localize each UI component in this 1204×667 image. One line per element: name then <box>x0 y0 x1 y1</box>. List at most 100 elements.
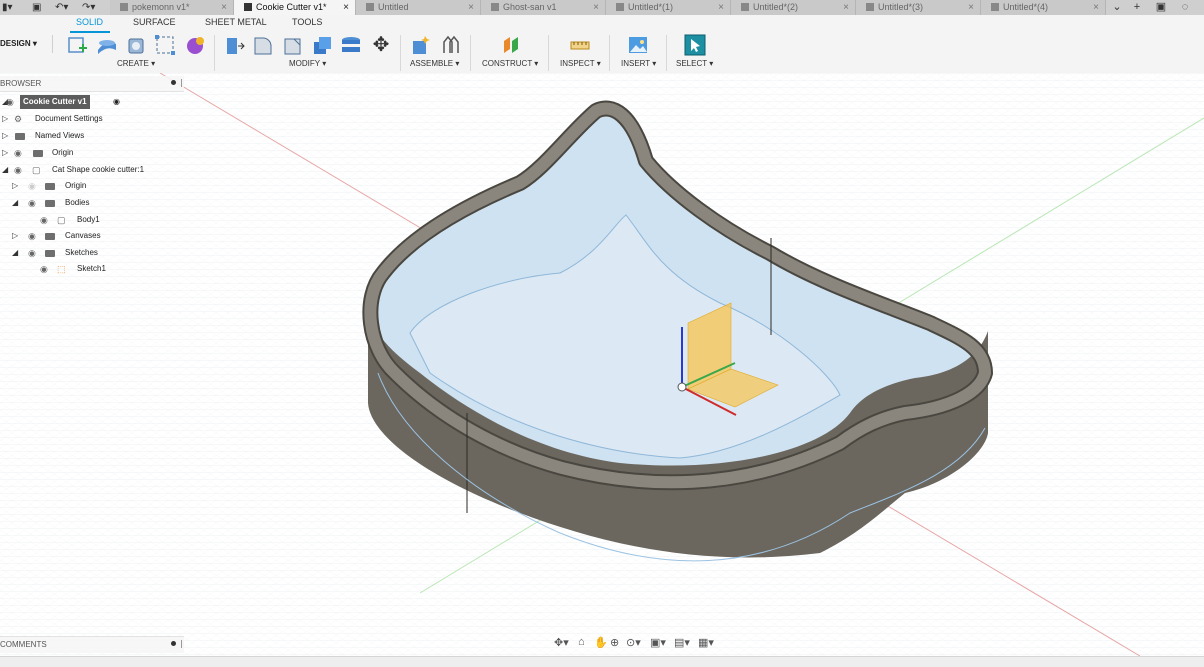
doc-tab[interactable]: Untitled × <box>356 0 481 15</box>
tree-root-node[interactable]: ◢ ◉ Cookie Cutter v1 ◉ <box>0 95 184 109</box>
insert-image-icon[interactable] <box>627 34 649 56</box>
tree-node-origin[interactable]: ▷ ◉ Origin <box>0 146 184 160</box>
create-group-label[interactable]: CREATE ▾ <box>117 59 155 68</box>
modify-group-label[interactable]: MODIFY ▾ <box>289 59 326 68</box>
fit-icon[interactable]: ⊙▾ <box>626 636 641 649</box>
expand-arrow-icon[interactable]: ▷ <box>12 179 20 193</box>
doc-tab[interactable]: Untitled*(4) × <box>981 0 1106 15</box>
tab-surface[interactable]: SURFACE <box>133 17 176 27</box>
look-at-icon[interactable]: ⌂ <box>578 636 585 648</box>
combine-icon[interactable] <box>340 34 362 56</box>
close-icon[interactable]: × <box>1093 0 1099 15</box>
assemble-group-label[interactable]: ASSEMBLE ▾ <box>410 59 459 68</box>
job-status-icon[interactable]: ◌ <box>1176 0 1194 15</box>
doc-tab[interactable]: pokemonn v1* × <box>110 0 234 15</box>
tree-node-sketch1[interactable]: ◉ ⬚ Sketch1 <box>0 262 184 276</box>
active-radio-icon[interactable]: ◉ <box>113 95 120 109</box>
close-icon[interactable]: × <box>468 0 474 15</box>
joint-icon[interactable] <box>440 34 462 56</box>
tree-node-component[interactable]: ◢ ◉ ▢ Cat Shape cookie cutter:1 <box>0 163 184 177</box>
zoom-icon[interactable]: ⊕ <box>610 636 619 649</box>
tree-node-bodies[interactable]: ◢ ◉ Bodies <box>0 196 184 210</box>
display-settings-icon[interactable]: ▣▾ <box>650 636 666 649</box>
doc-tab-active[interactable]: Cookie Cutter v1* × <box>234 0 356 15</box>
visibility-eye-icon[interactable]: ◉ <box>14 146 24 160</box>
construct-group-label[interactable]: CONSTRUCT ▾ <box>482 59 538 68</box>
redo-icon[interactable]: ↷▾ <box>82 0 95 15</box>
tab-sheet-metal[interactable]: SHEET METAL <box>205 17 267 27</box>
grid-settings-icon[interactable]: ▤▾ <box>674 636 690 649</box>
select-icon[interactable] <box>684 34 706 56</box>
viewports-icon[interactable]: ▦▾ <box>698 636 714 649</box>
chamfer-icon[interactable] <box>282 34 304 56</box>
canvas-viewport[interactable]: BROWSER ◢ ◉ Cookie Cutter v1 ◉ ▷ ⚙ Docum… <box>0 73 1204 656</box>
tree-node-body1[interactable]: ◉ ▢ Body1 <box>0 213 184 227</box>
move-icon[interactable]: ✥ <box>370 34 392 56</box>
form-icon[interactable] <box>184 34 206 56</box>
tree-node-canvases[interactable]: ▷ ◉ Canvases <box>0 229 184 243</box>
doc-tab[interactable]: Untitled*(3) × <box>856 0 981 15</box>
tree-node-document-settings[interactable]: ▷ ⚙ Document Settings <box>0 112 184 126</box>
close-icon[interactable]: × <box>221 0 227 15</box>
tree-node-label: Sketches <box>65 248 98 257</box>
save-icon[interactable]: ▣ <box>32 0 41 15</box>
collapse-arrow-icon[interactable]: ◢ <box>12 196 20 210</box>
tab-overflow-icon[interactable]: ⌄ <box>1108 0 1126 15</box>
tree-node-named-views[interactable]: ▷ Named Views <box>0 129 184 143</box>
doc-tab[interactable]: Untitled*(1) × <box>606 0 731 15</box>
sweep-icon[interactable] <box>154 34 176 56</box>
insert-group-label[interactable]: INSERT ▾ <box>621 59 656 68</box>
visibility-eye-icon[interactable]: ◉ <box>28 196 38 210</box>
visibility-eye-icon[interactable]: ◉ <box>40 213 50 227</box>
expand-arrow-icon[interactable]: ▷ <box>12 229 20 243</box>
create-sketch-icon[interactable] <box>67 34 89 56</box>
visibility-eye-icon[interactable]: ◉ <box>28 246 38 260</box>
collapse-arrow-icon[interactable]: ◢ <box>2 163 10 177</box>
collapse-arrow-icon[interactable]: ◢ <box>12 246 20 260</box>
tree-node-sketches[interactable]: ◢ ◉ Sketches <box>0 246 184 260</box>
visibility-eye-icon[interactable]: ◉ <box>40 262 50 276</box>
close-icon[interactable]: × <box>968 0 974 15</box>
menu-icon[interactable]: ▮▾ <box>2 0 13 15</box>
doc-tab[interactable]: Ghost-san v1 × <box>481 0 606 15</box>
comments-add-icon[interactable] <box>171 641 176 646</box>
close-icon[interactable]: × <box>593 0 599 15</box>
browser-pin-icon[interactable] <box>171 80 176 85</box>
measure-icon[interactable] <box>569 34 591 56</box>
close-icon[interactable]: × <box>843 0 849 15</box>
press-pull-icon[interactable] <box>223 34 245 56</box>
revolve-icon[interactable] <box>126 34 148 56</box>
browser-collapse-handle[interactable] <box>181 79 182 87</box>
doc-tab-label: Ghost-san v1 <box>503 2 557 12</box>
expand-arrow-icon[interactable]: ▷ <box>2 146 10 160</box>
select-group-label[interactable]: SELECT ▾ <box>676 59 713 68</box>
comments-collapse-handle[interactable] <box>181 640 182 648</box>
fillet-icon[interactable] <box>252 34 274 56</box>
tab-tools[interactable]: TOOLS <box>292 17 322 27</box>
notifications-icon[interactable]: ▣ <box>1152 0 1170 15</box>
workspace-switcher[interactable]: DESIGN ▾ <box>0 35 53 53</box>
pan-icon[interactable]: ✋ <box>594 636 608 649</box>
new-component-icon[interactable] <box>410 34 432 56</box>
shell-icon[interactable] <box>311 34 333 56</box>
group-separator <box>666 35 667 71</box>
hidden-eye-icon[interactable]: ◉ <box>28 179 38 193</box>
orbit-icon[interactable]: ✥▾ <box>554 636 569 649</box>
extrude-icon[interactable] <box>96 34 118 56</box>
origin-point[interactable] <box>677 382 687 392</box>
close-icon[interactable]: × <box>343 0 349 15</box>
visibility-eye-icon[interactable]: ◉ <box>14 163 24 177</box>
offset-plane-icon[interactable] <box>500 34 522 56</box>
inspect-group-label[interactable]: INSPECT ▾ <box>560 59 601 68</box>
undo-icon[interactable]: ↶▾ <box>55 0 68 15</box>
tree-node-origin-sub[interactable]: ▷ ◉ Origin <box>0 179 184 193</box>
expand-arrow-icon[interactable]: ▷ <box>2 129 10 143</box>
tree-node-label: Document Settings <box>35 114 103 123</box>
visibility-eye-icon[interactable]: ◉ <box>6 95 16 109</box>
tab-solid[interactable]: SOLID <box>76 17 103 27</box>
doc-tab[interactable]: Untitled*(2) × <box>731 0 856 15</box>
new-tab-icon[interactable]: + <box>1128 0 1146 15</box>
expand-arrow-icon[interactable]: ▷ <box>2 112 10 126</box>
close-icon[interactable]: × <box>718 0 724 15</box>
visibility-eye-icon[interactable]: ◉ <box>28 229 38 243</box>
